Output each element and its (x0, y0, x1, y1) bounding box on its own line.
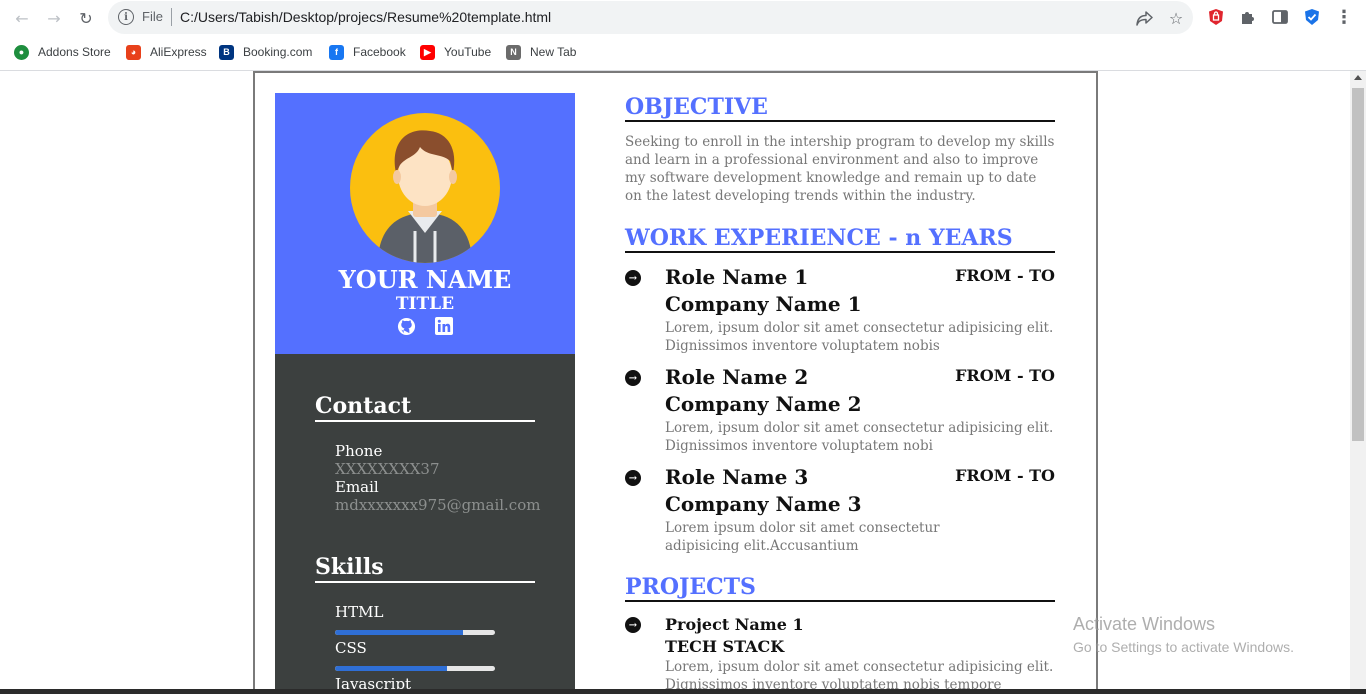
skill-label-css: CSS (335, 639, 367, 657)
kebab-menu-icon[interactable]: ⋮ (1333, 6, 1355, 28)
address-bar[interactable]: i File C:/Users/Tabish/Desktop/projecs/R… (108, 1, 1193, 34)
avatar (350, 113, 500, 263)
forward-icon[interactable]: → (42, 6, 66, 30)
phone-value: XXXXXXXX37 (335, 460, 440, 478)
skill-bar-css (335, 666, 495, 671)
url-text[interactable]: C:/Users/Tabish/Desktop/projecs/Resume%2… (180, 9, 551, 25)
file-scheme-label: File (142, 9, 163, 24)
skill-bar-html (335, 630, 495, 635)
company-name: Company Name 2 (665, 392, 862, 416)
resume-name: YOUR NAME (338, 265, 512, 294)
company-name: Company Name 1 (665, 292, 862, 316)
page-viewport: YOUR NAME TITLE Contact Phone XXXXXXXX37… (0, 71, 1366, 694)
skill-fill-css (335, 666, 447, 671)
arrow-circle-icon: → (625, 370, 641, 386)
arrow-circle-icon: → (625, 270, 641, 286)
resume-title: TITLE (395, 294, 455, 314)
bookmark-star-icon[interactable]: ☆ (1165, 7, 1187, 29)
role-name: Role Name 3 (665, 465, 809, 489)
period: FROM - TO (955, 266, 1055, 285)
linkedin-icon[interactable] (434, 316, 454, 336)
resume-page: YOUR NAME TITLE Contact Phone XXXXXXXX37… (253, 71, 1098, 694)
period: FROM - TO (955, 366, 1055, 385)
projects-heading: PROJECTS (625, 574, 1055, 602)
activate-windows-subtitle: Go to Settings to activate Windows. (1073, 639, 1294, 655)
security-shield-icon[interactable] (1301, 6, 1323, 28)
booking-icon: B (219, 44, 234, 60)
reload-icon[interactable]: ↻ (74, 6, 98, 30)
extension-shield-icon[interactable] (1205, 6, 1227, 28)
puzzle-extensions-icon[interactable] (1237, 6, 1259, 28)
resume-sidebar: YOUR NAME TITLE Contact Phone XXXXXXXX37… (275, 93, 575, 694)
company-name: Company Name 3 (665, 492, 862, 516)
bookmark-booking[interactable]: B Booking.com (219, 43, 312, 61)
profile-header: YOUR NAME TITLE (275, 93, 575, 354)
bookmark-label: Addons Store (38, 45, 111, 59)
activate-windows-title: Activate Windows (1073, 614, 1216, 634)
role-description: Lorem, ipsum dolor sit amet consectetur … (665, 320, 1054, 354)
email-label: Email (335, 478, 379, 496)
taskbar-edge (0, 689, 1366, 694)
skills-heading: Skills (315, 554, 535, 583)
back-icon[interactable]: ← (10, 6, 34, 30)
person-avatar-icon (378, 130, 472, 263)
addons-store-icon: ● (14, 44, 29, 60)
arrow-circle-icon: → (625, 470, 641, 486)
share-icon[interactable] (1133, 7, 1155, 29)
role-description: Lorem, ipsum dolor sit amet consectetur … (665, 420, 1054, 454)
role-name: Role Name 2 (665, 365, 809, 389)
project-tech-stack: TECH STACK (665, 637, 785, 656)
new-tab-icon: N (506, 44, 521, 60)
project-name: Project Name 1 (665, 615, 804, 634)
phone-label: Phone (335, 442, 383, 460)
role-description: Lorem ipsum dolor sit amet consectetur a… (665, 520, 940, 554)
experience-heading: WORK EXPERIENCE - n YEARS (625, 225, 1055, 253)
address-separator (171, 8, 172, 26)
page-scrollbar[interactable] (1350, 71, 1366, 694)
github-icon[interactable] (396, 316, 416, 336)
objective-text: Seeking to enroll in the intership progr… (625, 134, 1055, 204)
bookmark-youtube[interactable]: ▶ YouTube (420, 43, 491, 61)
youtube-icon: ▶ (420, 44, 435, 60)
bookmark-facebook[interactable]: f Facebook (329, 43, 406, 61)
aliexpress-icon: ◕ (126, 44, 141, 60)
scrollbar-thumb[interactable] (1352, 88, 1364, 441)
role-name: Role Name 1 (665, 265, 809, 289)
skill-label-html: HTML (335, 603, 384, 621)
site-info-icon[interactable]: i (118, 9, 134, 25)
bookmark-label: YouTube (444, 45, 492, 59)
bookmark-label: Facebook (353, 45, 406, 59)
arrow-circle-icon: → (625, 617, 641, 633)
period: FROM - TO (955, 466, 1055, 485)
bookmarks-bar: ● Addons Store ◕ AliExpress B Booking.co… (0, 40, 1366, 64)
bookmark-label: AliExpress (150, 45, 207, 59)
resume-main: OBJECTIVE Seeking to enroll in the inter… (625, 73, 1055, 694)
bookmark-aliexpress[interactable]: ◕ AliExpress (126, 43, 207, 61)
facebook-icon: f (329, 44, 344, 60)
scroll-up-arrow-icon[interactable] (1354, 75, 1362, 80)
bookmark-label: New Tab (530, 45, 577, 59)
bookmark-addons-store[interactable]: ● Addons Store (14, 43, 111, 61)
side-panel-icon[interactable] (1269, 6, 1291, 28)
bookmark-new-tab[interactable]: N New Tab (506, 43, 576, 61)
contact-heading: Contact (315, 393, 535, 422)
skill-fill-html (335, 630, 463, 635)
bookmark-label: Booking.com (243, 45, 313, 59)
email-value[interactable]: mdxxxxxxx975@gmail.com (335, 496, 540, 514)
browser-toolbar: ← → ↻ i File C:/Users/Tabish/Desktop/pro… (0, 0, 1366, 36)
objective-heading: OBJECTIVE (625, 94, 1055, 122)
